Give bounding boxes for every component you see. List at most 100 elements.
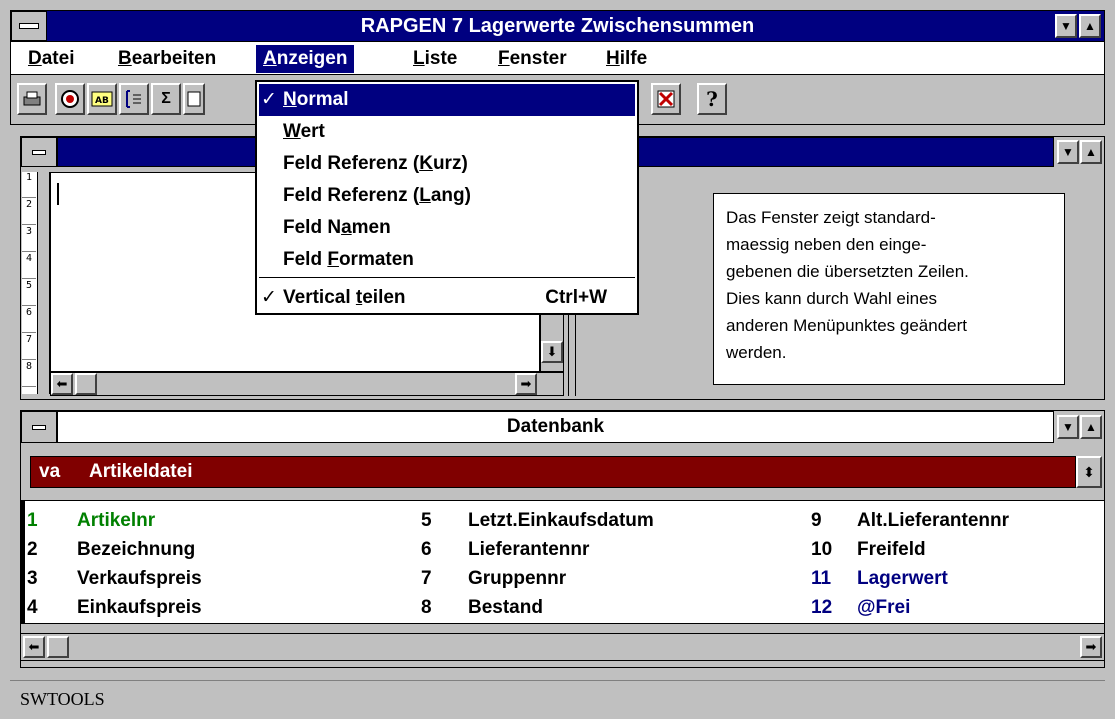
database-system-menu[interactable] xyxy=(21,411,57,443)
line-number: 8 xyxy=(22,361,36,387)
menu-datei[interactable]: Datei xyxy=(21,45,81,73)
menu-option-feld-referenz-lang[interactable]: Feld Referenz (Lang) xyxy=(259,180,635,212)
info-line: anderen Menüpunktes geändert xyxy=(726,316,968,335)
system-menu-button[interactable] xyxy=(11,11,47,41)
sum-icon: Σ xyxy=(161,90,171,107)
system-menu-icon xyxy=(19,23,39,29)
field-list-horizontal-scrollbar[interactable]: ⬅ ➡ xyxy=(20,633,1105,661)
ruler-gutter xyxy=(38,172,50,394)
line-ruler: 1 2 3 4 5 6 7 8 xyxy=(22,172,38,394)
arrow-right-icon: ➡ xyxy=(1085,639,1097,654)
scroll-left-button[interactable]: ⬅ xyxy=(51,373,73,395)
arrow-left-icon: ⬅ xyxy=(28,639,40,654)
triangle-up-icon: ▲ xyxy=(1085,420,1097,434)
editor-horizontal-scrollbar[interactable]: ⬅ ➡ xyxy=(50,372,564,396)
menu-option-feld-formaten[interactable]: Feld Formaten xyxy=(259,244,635,276)
field-number: 8 xyxy=(421,597,432,618)
triangle-down-icon: ▼ xyxy=(1062,420,1074,434)
line-number: 1 xyxy=(22,172,36,198)
text-cursor xyxy=(57,183,59,205)
list-button[interactable] xyxy=(119,83,149,115)
field-item[interactable]: Letzt.Einkaufsdatum xyxy=(468,506,654,535)
editor-minimize-button[interactable]: ▼ xyxy=(1057,140,1079,164)
line-number: 3 xyxy=(22,226,36,252)
menu-anzeigen[interactable]: Anzeigen xyxy=(256,45,355,73)
checkmark-icon: ✓ xyxy=(261,287,277,308)
cancel-icon xyxy=(657,90,675,108)
field-number: 1 xyxy=(27,510,38,531)
database-maximize-button[interactable]: ▲ xyxy=(1080,415,1102,439)
sum-button[interactable]: Σ xyxy=(151,83,181,115)
field-item[interactable]: Einkaufspreis xyxy=(77,593,202,622)
menu-option-feld-namen[interactable]: Feld Namen xyxy=(259,212,635,244)
menu-option-wert[interactable]: Wert xyxy=(259,116,635,148)
anzeigen-dropdown-menu: ✓ Normal Wert Feld Referenz (Kurz) Feld R… xyxy=(255,80,639,315)
scroll-down-button[interactable]: ⬇ xyxy=(541,341,563,363)
line-number: 4 xyxy=(22,253,36,279)
menu-option-feld-referenz-kurz[interactable]: Feld Referenz (Kurz) xyxy=(259,148,635,180)
field-number: 5 xyxy=(421,510,432,531)
shortcut-label: Ctrl+W xyxy=(545,287,607,308)
database-file-select[interactable]: va Artikeldatei xyxy=(30,456,1076,488)
line-number: 7 xyxy=(22,334,36,360)
info-line: werden. xyxy=(726,343,787,362)
database-name: Artikeldatei xyxy=(89,461,193,482)
scroll-thumb[interactable] xyxy=(75,373,97,395)
ab-icon: AB xyxy=(91,91,113,107)
print-button[interactable] xyxy=(17,83,47,115)
list-icon xyxy=(126,90,141,108)
field-item[interactable]: Lieferantennr xyxy=(468,535,589,564)
arrow-right-icon: ➡ xyxy=(520,376,532,391)
field-list: 1 Artikelnr 2 Bezeichnung 3 Verkaufsprei… xyxy=(20,500,1105,624)
menu-option-normal[interactable]: ✓ Normal xyxy=(259,84,635,116)
system-menu-icon xyxy=(32,424,46,430)
arrow-down-icon: ⬇ xyxy=(546,344,558,359)
form-button[interactable] xyxy=(183,83,205,115)
field-item[interactable]: Verkaufspreis xyxy=(77,564,202,593)
field-item[interactable]: Artikelnr xyxy=(77,506,155,535)
field-item[interactable]: Gruppennr xyxy=(468,564,566,593)
editor-system-menu[interactable] xyxy=(21,137,57,167)
database-select-dropdown-button[interactable]: ⬍ xyxy=(1076,456,1102,488)
menu-fenster[interactable]: Fenster xyxy=(491,45,574,73)
scroll-thumb[interactable] xyxy=(47,636,69,658)
record-button[interactable] xyxy=(55,83,85,115)
field-item[interactable]: Alt.Lieferantennr xyxy=(857,506,1009,535)
database-minimize-button[interactable]: ▼ xyxy=(1057,415,1079,439)
triangle-up-icon: ▲ xyxy=(1084,19,1096,33)
field-item[interactable]: Bezeichnung xyxy=(77,535,195,564)
arrow-left-icon: ⬅ xyxy=(56,376,68,391)
field-item[interactable]: Lagerwert xyxy=(857,564,948,593)
editor-maximize-button[interactable]: ▲ xyxy=(1080,140,1102,164)
menu-hilfe[interactable]: Hilfe xyxy=(599,45,654,73)
window-title: RAPGEN 7 Lagerwerte Zwischensummen xyxy=(360,15,755,37)
field-number: 10 xyxy=(811,539,833,560)
field-number: 6 xyxy=(421,539,432,560)
list-left-marker xyxy=(21,501,25,623)
field-number: 4 xyxy=(27,597,38,618)
menu-bearbeiten[interactable]: Bearbeiten xyxy=(111,45,223,73)
info-line: Dies kann durch Wahl eines xyxy=(726,289,938,308)
field-item[interactable]: Freifeld xyxy=(857,535,926,564)
minimize-button[interactable]: ▼ xyxy=(1055,14,1077,38)
menu-liste[interactable]: Liste xyxy=(406,45,464,73)
status-text: SWTOOLS xyxy=(20,689,105,709)
scroll-right-button[interactable]: ➡ xyxy=(1080,636,1102,658)
help-button[interactable]: ? xyxy=(697,83,727,115)
info-line: gebenen die übersetzten Zeilen. xyxy=(726,262,969,281)
database-code: va xyxy=(39,461,61,482)
field-item[interactable]: @Frei xyxy=(857,593,910,622)
scroll-left-button[interactable]: ⬅ xyxy=(23,636,45,658)
ab-button[interactable]: AB xyxy=(87,83,117,115)
maximize-button[interactable]: ▲ xyxy=(1079,14,1101,38)
line-number: 2 xyxy=(22,199,36,225)
field-item[interactable]: Bestand xyxy=(468,593,543,622)
menu-option-vertical-teilen[interactable]: ✓ Vertical teilen Ctrl+W xyxy=(259,282,635,314)
help-icon: ? xyxy=(706,87,718,111)
cancel-button[interactable] xyxy=(651,83,681,115)
title-bar: RAPGEN 7 Lagerwerte Zwischensummen ▼ ▲ xyxy=(10,10,1105,42)
database-title: Datenbank xyxy=(57,411,1054,443)
menu-datei-label: atei xyxy=(41,48,75,69)
scroll-right-button[interactable]: ➡ xyxy=(515,373,537,395)
checkmark-icon: ✓ xyxy=(261,89,277,110)
